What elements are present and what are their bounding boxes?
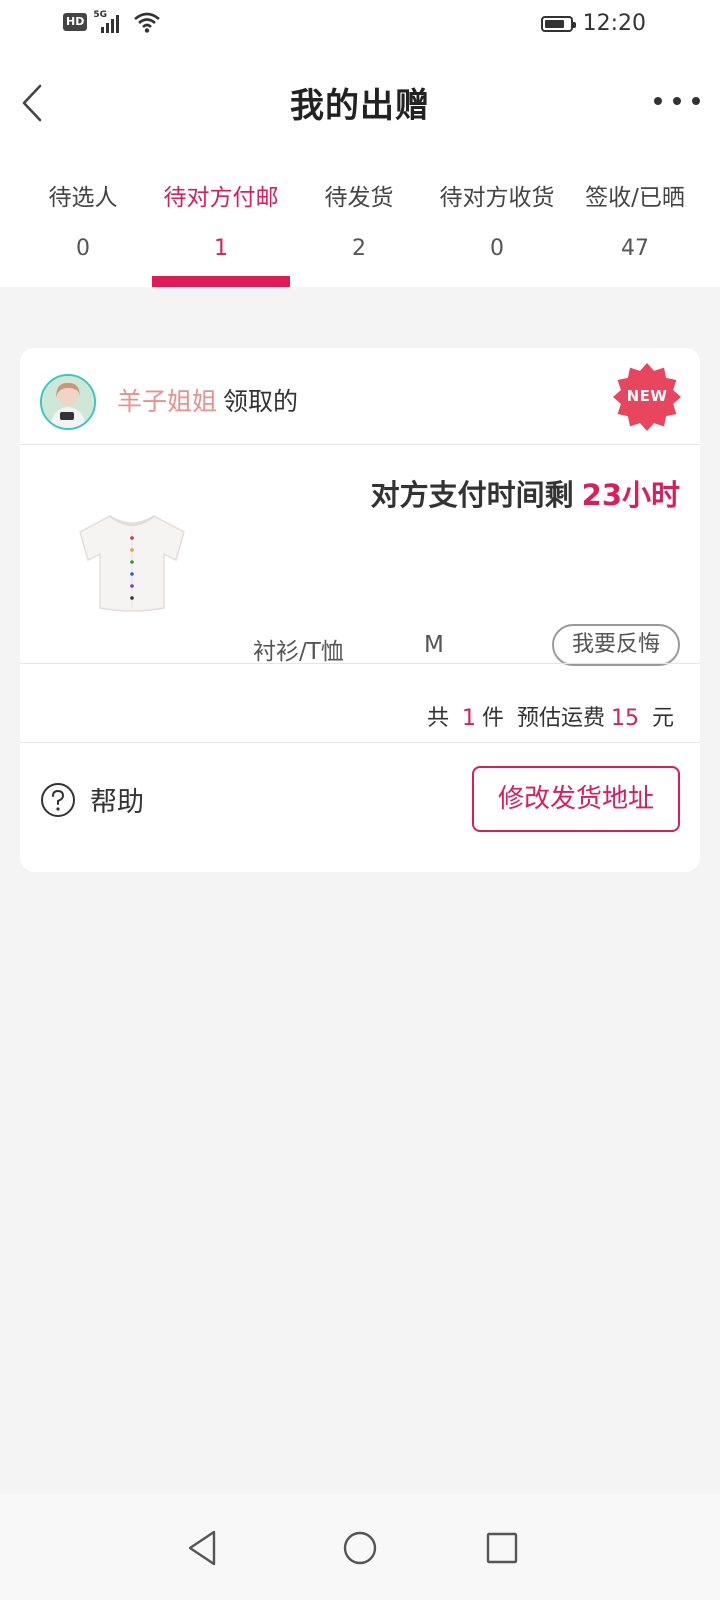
item-size: M [424,632,444,658]
new-badge: NEW [612,362,682,432]
countdown-value: 23小时 [581,478,680,512]
receiver-suffix: 领取的 [223,387,299,416]
divider [20,742,700,743]
order-summary: 共 1件 预估运费 15 元 [427,700,680,732]
summary-item-count: 1 [461,706,476,731]
nav-bar: 我的出赠 [0,60,720,140]
tab-label: 待对方收货 [439,185,555,211]
recents-square-icon[interactable] [478,1524,526,1572]
home-circle-icon[interactable] [336,1524,384,1572]
countdown-label: 对方支付时间剩 [370,478,574,512]
summary-item-unit: 件 [481,706,504,731]
tab-label: 待对方付邮 [163,185,279,211]
edit-address-button[interactable]: 修改发货地址 [472,766,680,832]
battery-icon [540,15,576,32]
tab-underline [152,276,290,287]
back-triangle-icon[interactable] [180,1524,228,1572]
tab-awaiting-receipt[interactable]: 待对方收货 0 [428,160,566,287]
question-circle-icon [41,782,75,817]
summary-shipping-label: 预估运费 [516,706,605,731]
more-options-icon[interactable] [654,86,700,116]
summary-shipping-fee: 15 [610,706,639,731]
cellular-signal-icon: 5G [93,11,127,33]
order-card: 羊子姐姐 领取的 NEW 对方支付时间剩 23小时 衬衫/T恤 M 我要反悔 共 1… [20,348,700,872]
divider [20,444,700,445]
summary-total-prefix: 共 [426,706,449,731]
receiver-name[interactable]: 羊子姐姐 [117,387,217,416]
tab-label: 待发货 [324,185,394,211]
tab-count: 47 [621,236,649,261]
system-nav-bar [0,1494,720,1600]
clock: 12:20 [582,11,646,36]
status-tabs: 待选人 0 待对方付邮 1 待发货 2 待对方收货 0 签收/已晒 47 [14,160,704,287]
divider [20,663,700,664]
receiver-line: 羊子姐姐 领取的 [117,382,298,418]
regret-button[interactable]: 我要反悔 [552,624,680,666]
page-title: 我的出赠 [290,86,430,126]
tab-count: 0 [490,236,504,261]
status-left: HD 5G [63,11,161,33]
tab-count: 2 [352,236,366,261]
product-image[interactable] [72,508,192,616]
tab-pending-selection[interactable]: 待选人 0 [14,160,152,287]
tab-count: 1 [214,236,228,261]
hd-indicator: HD [63,13,88,31]
tab-label: 签收/已晒 [585,185,685,211]
wifi-icon [134,12,161,33]
payment-countdown: 对方支付时间剩 23小时 [371,472,680,514]
summary-currency: 元 [651,706,674,731]
tab-count: 0 [76,236,90,261]
tab-label: 待选人 [48,185,118,211]
tab-awaiting-postage[interactable]: 待对方付邮 1 [152,160,290,287]
item-category: 衬衫/T恤 [253,639,344,665]
help-link[interactable]: 帮助 [40,780,144,819]
status-bar: HD 5G 12:20 [0,0,720,50]
help-label: 帮助 [90,787,144,818]
avatar[interactable] [40,374,96,430]
tab-received-shared[interactable]: 签收/已晒 47 [566,160,704,287]
tab-awaiting-shipment[interactable]: 待发货 2 [290,160,428,287]
new-badge-label: NEW [626,387,668,405]
status-right: 12:20 [540,11,646,36]
battery-level [544,19,564,28]
